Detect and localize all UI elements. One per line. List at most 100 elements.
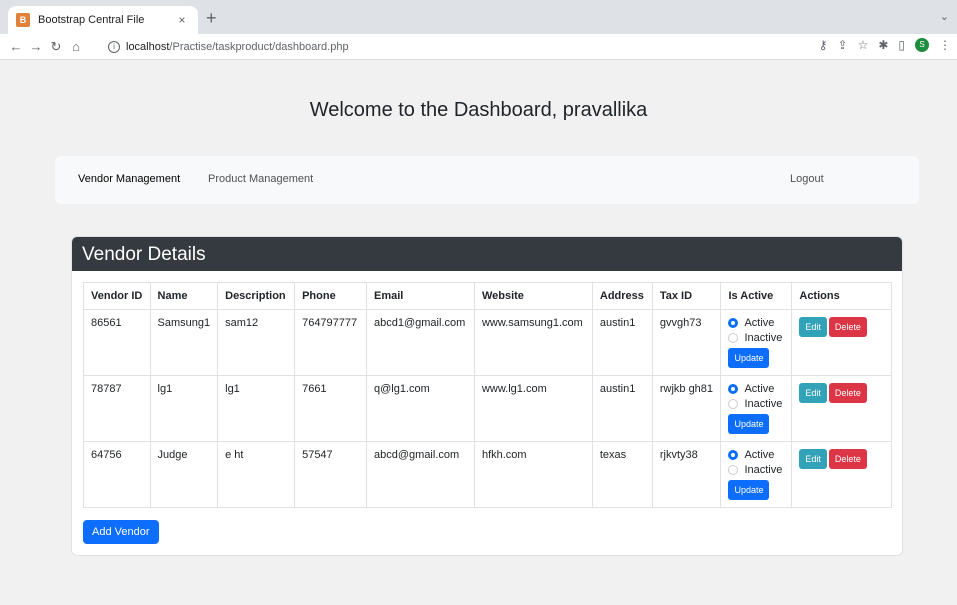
home-icon[interactable]: ⌂ — [66, 39, 86, 54]
active-label: Active — [744, 317, 775, 329]
vendor-table: Vendor ID Name Description Phone Email W… — [83, 282, 892, 508]
browser-toolbar: ← → ↻ ⌂ i localhost /Practise/taskproduc… — [0, 34, 957, 60]
actions-cell: Edit Delete — [791, 309, 892, 376]
is-active-cell: Active Inactive Update — [720, 441, 793, 508]
vendor-email: abcd1@gmail.com — [366, 309, 475, 376]
update-button[interactable]: Update — [728, 480, 770, 500]
edit-button[interactable]: Edit — [799, 449, 827, 469]
table-row: 86561 Samsung1 sam12 764797777 abcd1@gma… — [83, 309, 892, 376]
page-content: Welcome to the Dashboard, pravallika Ven… — [0, 61, 957, 605]
active-radio[interactable] — [728, 384, 739, 394]
vendor-id: 78787 — [83, 375, 151, 442]
vendor-details-card: Vendor Details Vendor ID Name Descriptio… — [71, 236, 903, 556]
column-header: Address — [591, 282, 653, 310]
browser-actions: ⚷ ⇪ ☆ ✱ ▯ S ⋮ — [819, 38, 951, 52]
vendor-phone: 57547 — [294, 441, 368, 508]
vendor-tax-id: rjkvty38 — [651, 441, 722, 508]
url-path: /Practise/taskproduct/dashboard.php — [169, 41, 349, 53]
inactive-radio[interactable] — [728, 333, 739, 343]
nav-product-management[interactable]: Product Management — [208, 173, 313, 185]
reload-icon[interactable]: ↻ — [46, 39, 66, 55]
tab-title: Bootstrap Central File — [38, 14, 145, 26]
navbar: Vendor Management Product Management Log… — [55, 156, 919, 204]
vendor-description: lg1 — [217, 375, 296, 442]
vendor-name: lg1 — [149, 375, 219, 442]
inactive-label: Inactive — [744, 332, 783, 344]
column-header: Vendor ID — [83, 282, 151, 310]
update-button[interactable]: Update — [728, 414, 770, 434]
side-panel-icon[interactable]: ▯ — [898, 38, 905, 52]
vendor-email: q@lg1.com — [366, 375, 475, 442]
vendor-address: austin1 — [591, 375, 653, 442]
vendor-website: www.lg1.com — [473, 375, 593, 442]
nav-vendor-management[interactable]: Vendor Management — [78, 173, 180, 185]
column-header: Actions — [791, 282, 892, 310]
vendor-tax-id: gvvgh73 — [651, 309, 722, 376]
active-option[interactable]: Active — [728, 449, 784, 461]
site-info-icon[interactable]: i — [108, 41, 120, 53]
vendor-email: abcd@gmail.com — [366, 441, 475, 508]
delete-button[interactable]: Delete — [828, 449, 867, 469]
inactive-option[interactable]: Inactive — [728, 398, 784, 410]
is-active-cell: Active Inactive Update — [720, 309, 793, 376]
column-header: Phone — [294, 282, 368, 310]
tab-close-icon[interactable]: × — [174, 13, 190, 27]
update-button[interactable]: Update — [728, 348, 770, 368]
add-vendor-button[interactable]: Add Vendor — [83, 520, 159, 544]
column-header: Name — [149, 282, 219, 310]
column-header: Tax ID — [651, 282, 722, 310]
bookmark-star-icon[interactable]: ☆ — [858, 38, 869, 52]
vendor-description: e ht — [217, 441, 296, 508]
actions-cell: Edit Delete — [791, 441, 892, 508]
card-title: Vendor Details — [72, 237, 902, 271]
inactive-label: Inactive — [744, 398, 783, 410]
column-header: Website — [473, 282, 593, 310]
column-header: Description — [217, 282, 296, 310]
active-label: Active — [744, 383, 775, 395]
vendor-tax-id: rwjkb gh81 — [651, 375, 722, 442]
table-header-row: Vendor ID Name Description Phone Email W… — [83, 282, 892, 310]
active-radio[interactable] — [728, 450, 739, 460]
delete-button[interactable]: Delete — [828, 317, 867, 337]
vendor-description: sam12 — [217, 309, 296, 376]
key-icon[interactable]: ⚷ — [819, 38, 828, 52]
active-radio[interactable] — [728, 318, 739, 328]
inactive-option[interactable]: Inactive — [728, 464, 784, 476]
vendor-phone: 7661 — [294, 375, 368, 442]
vendor-website: www.samsung1.com — [473, 309, 593, 376]
browser-tab[interactable]: B Bootstrap Central File × — [8, 6, 198, 34]
inactive-label: Inactive — [744, 464, 783, 476]
edit-button[interactable]: Edit — [799, 317, 827, 337]
page-title: Welcome to the Dashboard, pravallika — [309, 99, 648, 121]
actions-cell: Edit Delete — [791, 375, 892, 442]
share-icon[interactable]: ⇪ — [838, 38, 848, 52]
active-label: Active — [744, 449, 775, 461]
table-row: 78787 lg1 lg1 7661 q@lg1.com www.lg1.com… — [83, 375, 892, 442]
back-arrow-icon[interactable]: ← — [6, 39, 26, 54]
profile-avatar[interactable]: S — [915, 38, 929, 52]
extensions-puzzle-icon[interactable]: ✱ — [878, 38, 888, 52]
active-option[interactable]: Active — [728, 383, 784, 395]
delete-button[interactable]: Delete — [828, 383, 867, 403]
address-bar[interactable]: i localhost /Practise/taskproduct/dashbo… — [100, 37, 800, 57]
vendor-address: austin1 — [591, 309, 653, 376]
table-row: 64756 Judge e ht 57547 abcd@gmail.com hf… — [83, 441, 892, 508]
vendor-website: hfkh.com — [473, 441, 593, 508]
tab-search-chevron-icon[interactable]: ⌄ — [940, 10, 949, 23]
forward-arrow-icon[interactable]: → — [26, 39, 46, 54]
nav-logout[interactable]: Logout — [790, 173, 824, 185]
browser-tab-bar: B Bootstrap Central File × + ⌄ — [0, 0, 957, 34]
is-active-cell: Active Inactive Update — [720, 375, 793, 442]
url-host: localhost — [126, 41, 170, 53]
kebab-menu-icon[interactable]: ⋮ — [939, 38, 951, 52]
bootstrap-favicon-icon: B — [16, 13, 30, 27]
vendor-name: Samsung1 — [149, 309, 219, 376]
vendor-id: 64756 — [83, 441, 151, 508]
edit-button[interactable]: Edit — [799, 383, 827, 403]
active-option[interactable]: Active — [728, 317, 784, 329]
vendor-name: Judge — [149, 441, 219, 508]
inactive-radio[interactable] — [728, 465, 739, 475]
new-tab-button[interactable]: + — [206, 9, 217, 27]
inactive-radio[interactable] — [728, 399, 739, 409]
inactive-option[interactable]: Inactive — [728, 332, 784, 344]
